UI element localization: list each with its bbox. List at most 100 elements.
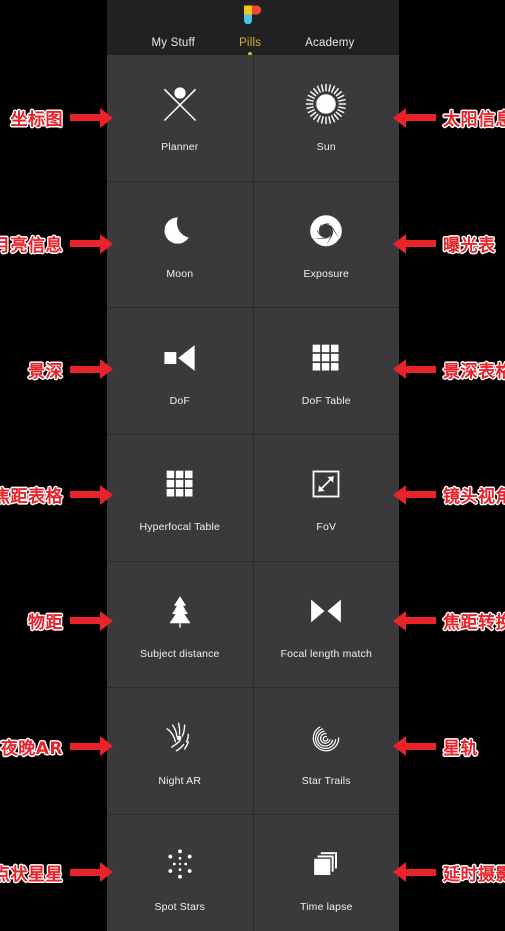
tool-cell-moon[interactable]: Moon	[107, 181, 253, 308]
arrow-shaft	[70, 491, 100, 499]
tool-label: DoF Table	[301, 394, 351, 407]
annotation-arrow	[70, 359, 113, 380]
tool-cell-sun[interactable]: Sun	[253, 55, 399, 181]
annotation-label: 超焦距表格	[0, 487, 63, 508]
arrow-shaft	[406, 617, 436, 625]
tab-academy[interactable]: Academy	[283, 37, 376, 49]
arrow-head	[393, 233, 406, 254]
tab-my-stuff[interactable]: My Stuff	[129, 37, 217, 49]
tool-label: Night AR	[158, 774, 202, 787]
annotation-arrow	[70, 233, 113, 254]
tool-label: Subject distance	[140, 648, 220, 661]
annotation-星轨: 星轨	[393, 735, 505, 759]
tool-cell-time-lapse[interactable]: Time lapse	[253, 815, 399, 931]
arrow-shaft	[406, 365, 436, 373]
grid-table-icon	[157, 461, 203, 507]
tab-pills-label: Pills	[239, 37, 262, 49]
bowtie-icon	[303, 588, 349, 634]
sun-icon	[303, 81, 349, 127]
arrow-shaft	[406, 491, 436, 499]
annotation-arrow	[70, 484, 113, 505]
tool-cell-night-ar[interactable]: Night AR	[107, 688, 253, 815]
grid-table-icon	[303, 335, 349, 381]
annotation-景深表格: 景深表格	[393, 358, 505, 382]
annotation-延时摄影: 延时摄影	[393, 861, 505, 885]
arrow-head	[100, 736, 113, 757]
screenshot-root: My Stuff Pills Academy Planner Sun Moon …	[0, 0, 505, 931]
arrow-head	[100, 484, 113, 505]
pills-app-logo	[242, 4, 264, 26]
arrow-head	[100, 862, 113, 883]
arrow-head	[100, 107, 113, 128]
star-trails-icon	[303, 715, 349, 761]
annotation-arrow	[70, 107, 113, 128]
annotation-月亮信息: 月亮信息	[0, 233, 113, 256]
annotation-arrow	[393, 862, 436, 883]
annotation-label: 点状星星	[0, 864, 63, 885]
annotation-label: 焦距转换	[443, 613, 505, 634]
tool-label: Spot Stars	[154, 901, 206, 914]
tool-cell-star-trails[interactable]: Star Trails	[253, 688, 399, 815]
tool-label: Focal length match	[280, 648, 372, 661]
annotation-label: 镜头视角	[443, 487, 505, 508]
tool-cell-subject-distance[interactable]: Subject distance	[107, 561, 253, 688]
arrow-shaft	[406, 114, 436, 122]
arrow-head	[393, 736, 406, 757]
tab-list: My Stuff Pills Academy	[107, 37, 399, 56]
tool-label: Exposure	[303, 268, 350, 281]
arrow-shaft	[70, 742, 100, 750]
annotation-夜晚AR: 夜晚AR	[0, 735, 113, 759]
aperture-icon	[303, 208, 349, 254]
tool-cell-exposure[interactable]: Exposure	[253, 181, 399, 308]
tool-label: Hyperfocal Table	[139, 521, 220, 534]
tool-cell-planner[interactable]: Planner	[107, 55, 253, 181]
arrow-head	[100, 610, 113, 631]
annotation-arrow	[393, 610, 436, 631]
arrow-shaft	[70, 617, 100, 625]
arrow-shaft	[70, 868, 100, 876]
annotation-label: 延时摄影	[443, 864, 505, 885]
arrow-shaft	[70, 365, 100, 373]
depth-of-field-icon	[157, 335, 203, 381]
annotation-arrow	[393, 233, 436, 254]
annotation-arrow	[393, 484, 436, 505]
tool-cell-focal-length-match[interactable]: Focal length match	[253, 561, 399, 688]
annotation-label: 景深表格	[443, 361, 505, 382]
annotation-arrow	[70, 610, 113, 631]
tool-label: Sun	[316, 141, 336, 154]
field-of-view-icon	[303, 461, 349, 507]
tool-cell-spot-stars[interactable]: Spot Stars	[107, 815, 253, 931]
night-ar-icon	[157, 715, 203, 761]
tool-cell-dof-table[interactable]: DoF Table	[253, 308, 399, 435]
annotation-arrow	[70, 862, 113, 883]
tool-label: Planner	[161, 141, 199, 154]
arrow-shaft	[406, 240, 436, 248]
tool-cell-hyperfocal-table[interactable]: Hyperfocal Table	[107, 435, 253, 561]
tool-cell-fov[interactable]: FoV	[253, 435, 399, 561]
annotation-arrow	[393, 359, 436, 380]
arrow-shaft	[70, 240, 100, 248]
spot-stars-icon	[157, 841, 203, 887]
tools-grid: Planner Sun Moon Exposure DoF DoF Table …	[107, 55, 399, 931]
tool-cell-dof[interactable]: DoF	[107, 308, 253, 435]
time-lapse-icon	[303, 841, 349, 887]
annotation-景深: 景深	[4, 358, 113, 382]
annotation-点状星星: 点状星星	[0, 861, 113, 885]
annotation-arrow	[393, 736, 436, 757]
arrow-shaft	[70, 114, 100, 122]
annotation-超焦距表格: 超焦距表格	[0, 484, 113, 507]
arrow-head	[393, 107, 406, 128]
arrow-shaft	[406, 868, 436, 876]
arrow-head	[100, 359, 113, 380]
tab-pills[interactable]: Pills	[217, 37, 283, 56]
annotation-label: 曝光表	[443, 236, 496, 257]
arrow-shaft	[406, 742, 436, 750]
arrow-head	[393, 484, 406, 505]
annotation-焦距转换: 焦距转换	[393, 610, 505, 634]
annotation-label: 太阳信息	[443, 110, 505, 131]
annotation-label: 物距	[28, 613, 63, 634]
tab-academy-label: Academy	[305, 37, 355, 49]
tool-label: DoF	[169, 394, 190, 407]
annotation-label: 夜晚AR	[0, 738, 63, 759]
planner-crosshair-icon	[157, 81, 203, 127]
